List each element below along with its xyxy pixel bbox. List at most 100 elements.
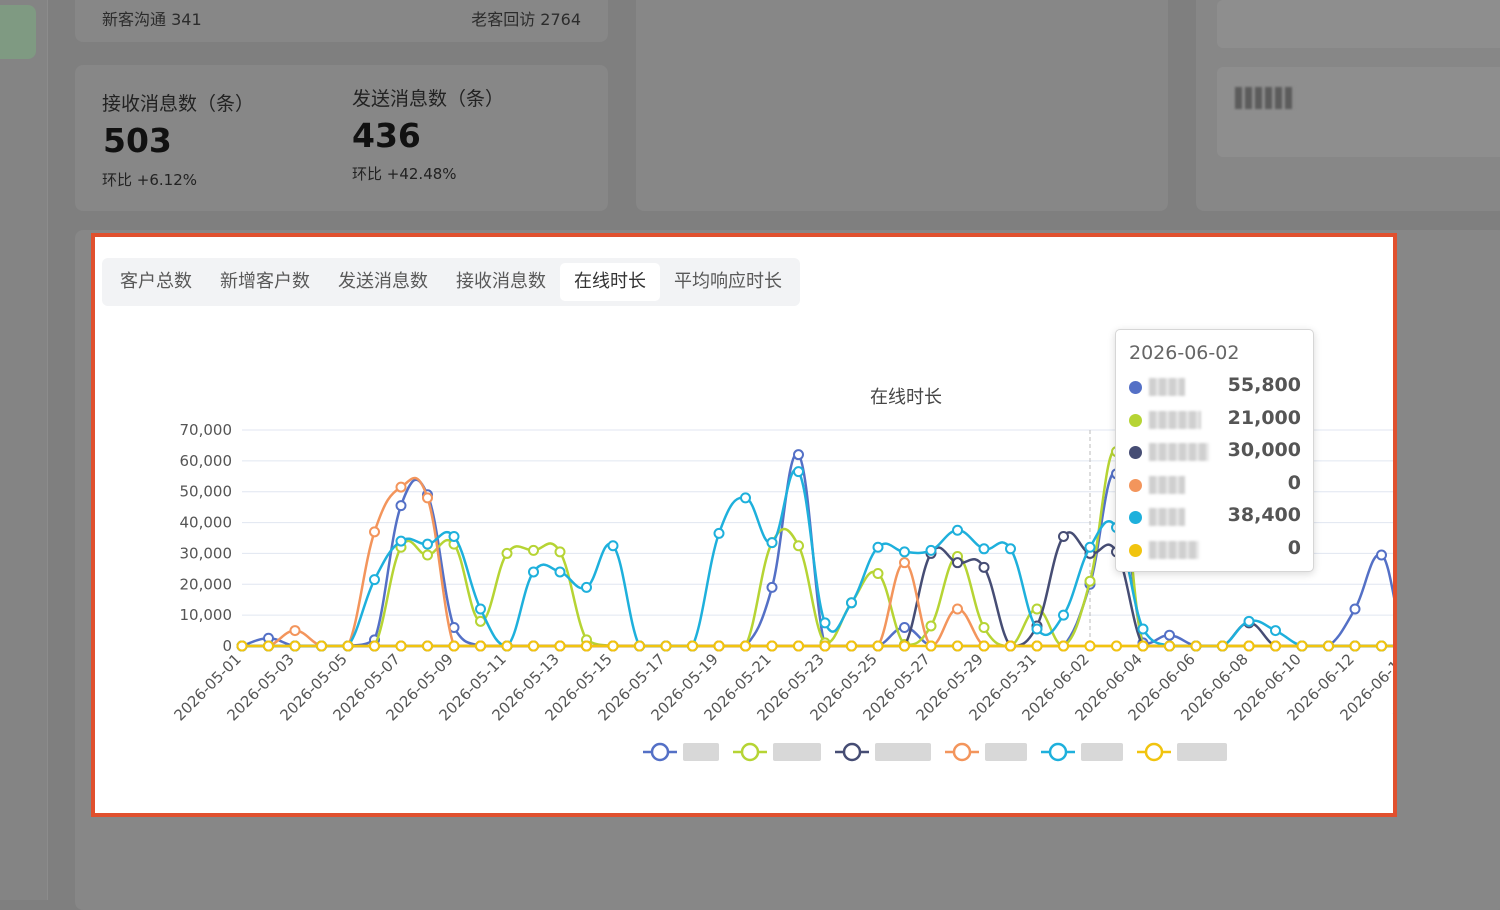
- series-5-point[interactable]: [687, 640, 698, 652]
- series-5-point[interactable]: [263, 640, 274, 652]
- series-5-point[interactable]: [1058, 640, 1069, 652]
- series-5-point[interactable]: [952, 640, 963, 652]
- series-1-point[interactable]: [554, 546, 566, 558]
- series-1-point[interactable]: [978, 621, 990, 633]
- series-4-point[interactable]: [1270, 625, 1281, 637]
- series-4-point[interactable]: [766, 537, 778, 549]
- legend-marker-3[interactable]: [952, 742, 972, 762]
- series-4-point[interactable]: [475, 603, 486, 615]
- series-5-point[interactable]: [395, 640, 407, 652]
- series-3-point[interactable]: [899, 557, 910, 569]
- series-1-point[interactable]: [1031, 603, 1043, 615]
- series-5-point[interactable]: [501, 640, 513, 652]
- series-5-point[interactable]: [1164, 640, 1175, 652]
- series-1-point[interactable]: [793, 540, 804, 552]
- series-4-point[interactable]: [925, 544, 937, 556]
- series-5-point[interactable]: [846, 640, 857, 652]
- series-5-point[interactable]: [766, 640, 778, 652]
- series-0-point[interactable]: [1349, 603, 1361, 615]
- series-4-point[interactable]: [978, 543, 990, 555]
- series-2-point[interactable]: [952, 557, 963, 569]
- series-5-point[interactable]: [607, 640, 619, 652]
- series-5-point[interactable]: [978, 640, 990, 652]
- series-4-point[interactable]: [899, 546, 910, 558]
- series-0-point[interactable]: [395, 500, 407, 512]
- legend-marker-1[interactable]: [740, 742, 760, 762]
- series-4-point[interactable]: [819, 617, 831, 629]
- series-5-point[interactable]: [475, 640, 486, 652]
- series-0-point[interactable]: [793, 449, 804, 461]
- series-4-point[interactable]: [740, 492, 751, 504]
- series-5-point[interactable]: [793, 640, 804, 652]
- series-5-point[interactable]: [1190, 640, 1202, 652]
- series-5-point[interactable]: [422, 640, 433, 652]
- series-5-point[interactable]: [1005, 640, 1016, 652]
- series-4-point[interactable]: [1058, 609, 1069, 621]
- series-5-point[interactable]: [236, 640, 248, 652]
- series-4-point[interactable]: [1243, 615, 1255, 627]
- series-1-point[interactable]: [528, 544, 539, 556]
- series-5-point[interactable]: [581, 640, 592, 652]
- series-5-point[interactable]: [528, 640, 539, 652]
- series-5-point[interactable]: [740, 640, 751, 652]
- series-4-point[interactable]: [395, 535, 407, 547]
- series-4-point[interactable]: [846, 597, 857, 609]
- series-4-point[interactable]: [952, 524, 963, 536]
- series-5-point[interactable]: [554, 640, 566, 652]
- sidebar-active-item[interactable]: [0, 5, 36, 59]
- series-3-point[interactable]: [369, 526, 380, 538]
- series-5-point[interactable]: [316, 640, 327, 652]
- legend-marker-5[interactable]: [1144, 742, 1164, 762]
- series-4-point[interactable]: [607, 540, 619, 552]
- series-1-point[interactable]: [422, 549, 433, 561]
- series-3-point[interactable]: [952, 603, 963, 615]
- series-5-point[interactable]: [1296, 640, 1308, 652]
- series-5-point[interactable]: [289, 640, 301, 652]
- series-5-point[interactable]: [1031, 640, 1043, 652]
- series-5-point[interactable]: [634, 640, 645, 652]
- series-3-point[interactable]: [289, 625, 301, 637]
- series-5-point[interactable]: [342, 640, 354, 652]
- series-5-point[interactable]: [1111, 640, 1122, 652]
- series-3-point[interactable]: [422, 492, 433, 504]
- series-5-point[interactable]: [819, 640, 831, 652]
- series-4-point[interactable]: [422, 538, 433, 550]
- series-5-point[interactable]: [1137, 640, 1149, 652]
- series-0-point[interactable]: [1376, 549, 1387, 561]
- series-4-point[interactable]: [581, 581, 592, 593]
- series-5-point[interactable]: [660, 640, 672, 652]
- series-4-point[interactable]: [369, 574, 380, 586]
- series-5-point[interactable]: [1323, 640, 1334, 652]
- series-2-point[interactable]: [978, 561, 990, 573]
- series-3-point[interactable]: [395, 481, 407, 493]
- series-5-point[interactable]: [713, 640, 725, 652]
- series-0-point[interactable]: [1164, 629, 1175, 641]
- series-5-point[interactable]: [1270, 640, 1281, 652]
- series-5-point[interactable]: [1084, 640, 1096, 652]
- series-2-point[interactable]: [1058, 530, 1069, 542]
- legend-marker-2[interactable]: [842, 742, 862, 762]
- legend-marker-4[interactable]: [1048, 742, 1068, 762]
- series-0-point[interactable]: [766, 581, 778, 593]
- series-4-point[interactable]: [554, 566, 566, 578]
- series-5-point[interactable]: [1243, 640, 1255, 652]
- series-5-point[interactable]: [1349, 640, 1361, 652]
- series-1-point[interactable]: [925, 620, 937, 632]
- series-1-point[interactable]: [501, 547, 513, 559]
- series-5-point[interactable]: [369, 640, 380, 652]
- series-1-point[interactable]: [1084, 575, 1096, 587]
- series-4-point[interactable]: [872, 541, 884, 553]
- series-4-point[interactable]: [1005, 543, 1016, 555]
- series-5-point[interactable]: [899, 640, 910, 652]
- series-4-point[interactable]: [1137, 623, 1149, 635]
- series-5-point[interactable]: [1376, 640, 1387, 652]
- series-4-point[interactable]: [448, 530, 460, 542]
- legend-marker-0[interactable]: [650, 742, 670, 762]
- series-5-point[interactable]: [872, 640, 884, 652]
- series-5-point[interactable]: [1217, 640, 1228, 652]
- series-5-point[interactable]: [925, 640, 937, 652]
- series-1-point[interactable]: [872, 567, 884, 579]
- series-4-point[interactable]: [1031, 623, 1043, 635]
- series-0-point[interactable]: [899, 621, 910, 633]
- series-4-point[interactable]: [1084, 541, 1096, 553]
